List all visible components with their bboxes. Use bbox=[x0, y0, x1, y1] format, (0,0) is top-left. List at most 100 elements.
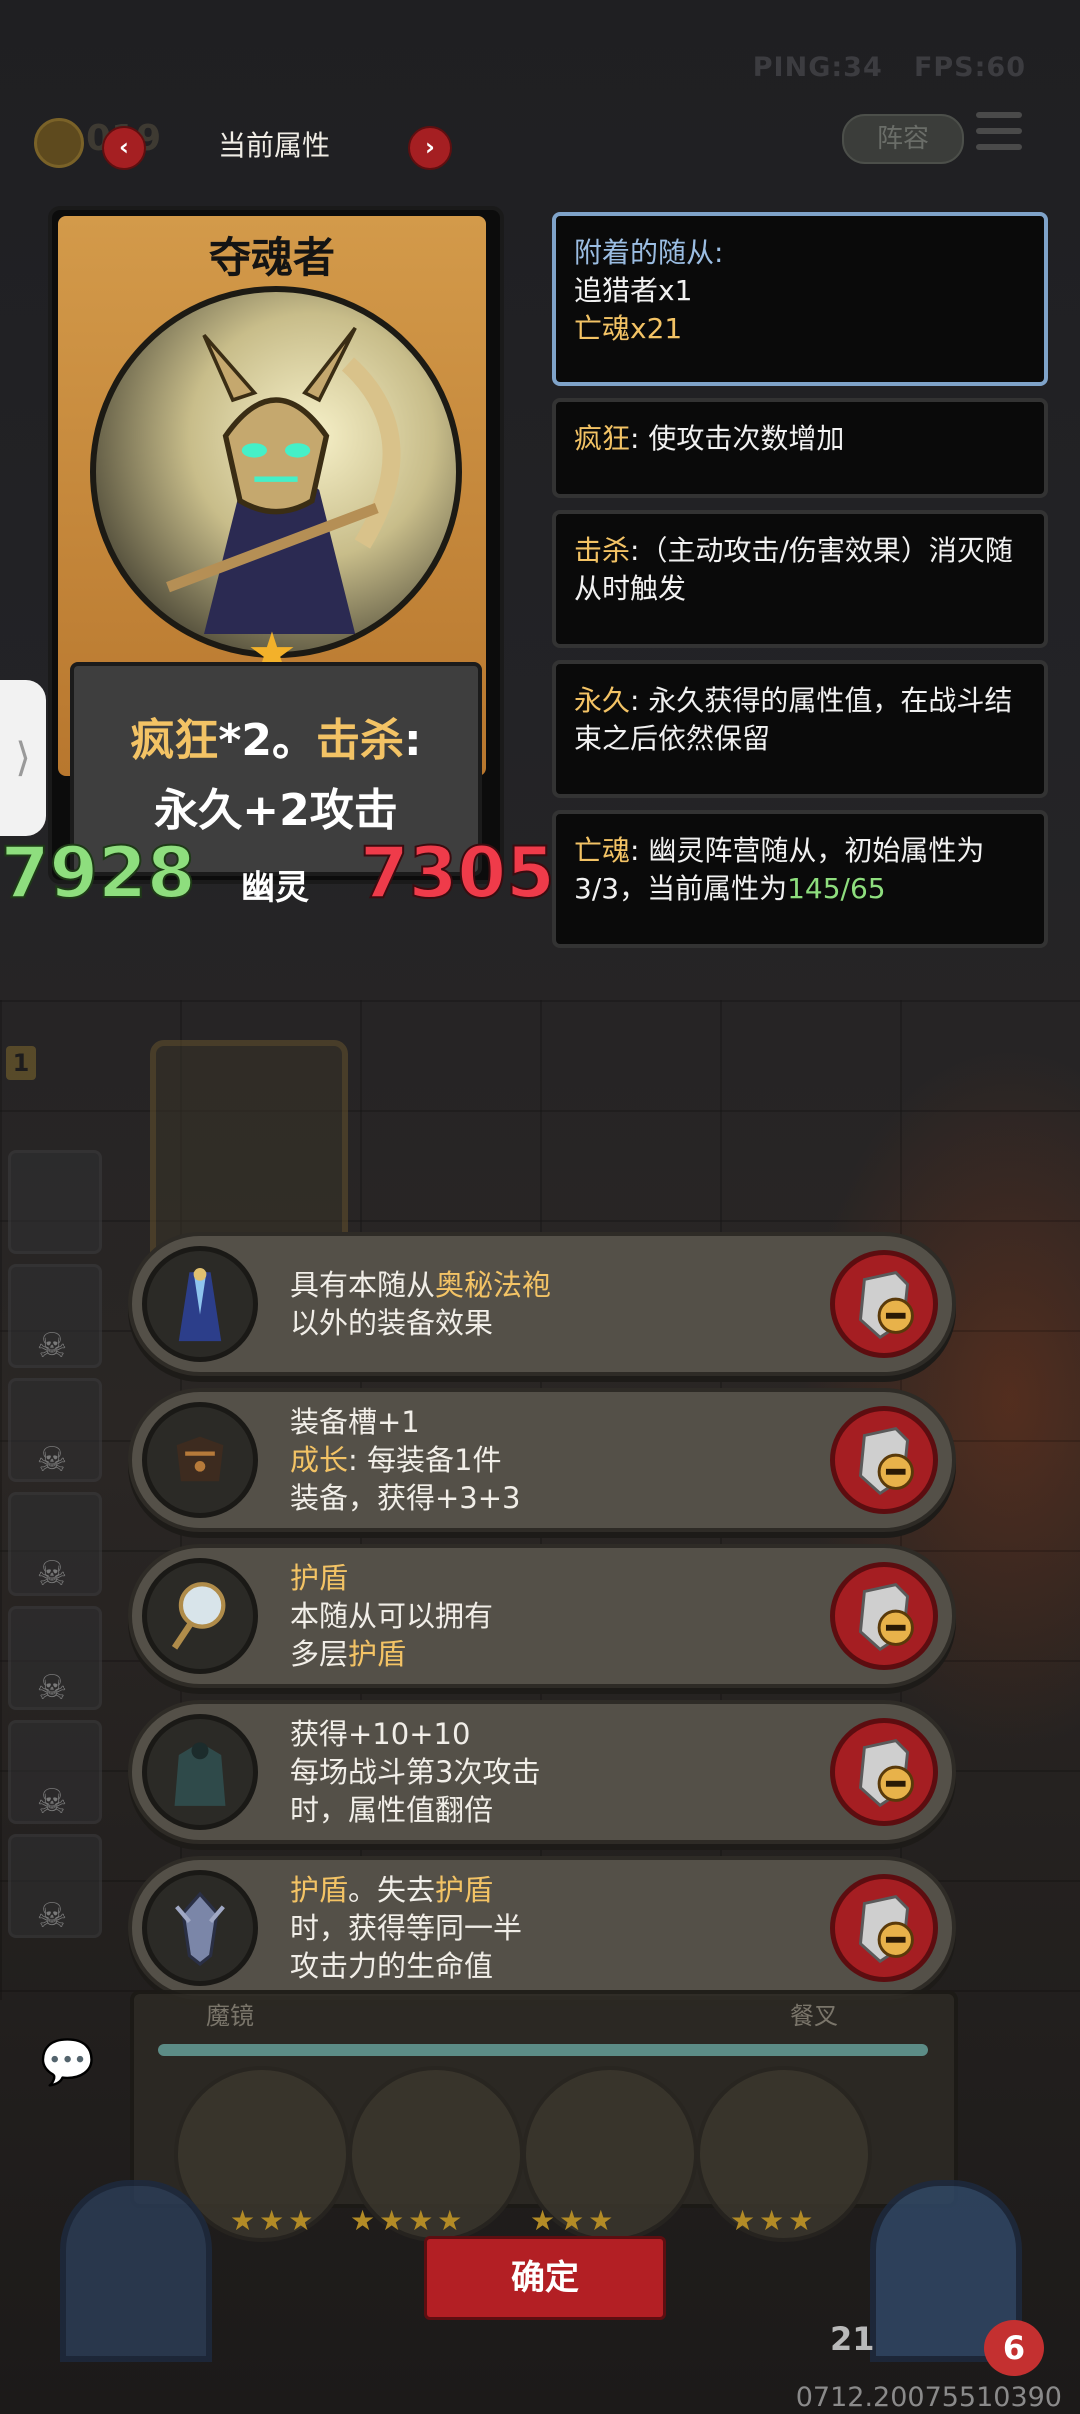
skull-icon: ☠ bbox=[36, 1440, 68, 1480]
attached-label: 附着的随从: bbox=[574, 236, 724, 269]
kill-text: :（主动攻击/伤害效果）消灭随从时触发 bbox=[574, 534, 1013, 605]
shield-minus-icon bbox=[858, 1895, 914, 1964]
menu-icon[interactable] bbox=[976, 112, 1022, 158]
unit-card: 夺魂者 ★ 疯狂*2。击杀: 永久+2攻击 bbox=[48, 206, 504, 926]
ghost-panel: 亡魂: 幽灵阵营随从，初始属性为3/3，当前属性为145/65 bbox=[552, 810, 1048, 948]
next-arrow-button[interactable]: › bbox=[408, 126, 452, 170]
equipment-row: 护盾 本随从可以拥有 多层护盾 bbox=[128, 1544, 956, 1688]
shop-progress-line bbox=[158, 2044, 928, 2056]
desc-line-2: 永久+2攻击 bbox=[154, 785, 398, 836]
skull-icon: ☠ bbox=[36, 1782, 68, 1822]
unit-name: 夺魂者 bbox=[208, 233, 335, 282]
equipment-keyword: 奥秘法袍 bbox=[435, 1268, 552, 1302]
remove-equipment-button[interactable] bbox=[830, 1874, 938, 1982]
reaper-illustration bbox=[166, 326, 401, 634]
ghost-text: : 幽灵阵营随从，初始属性为3/3，当前属性为 bbox=[574, 834, 985, 905]
shop-label-right: 餐叉 bbox=[790, 2002, 838, 2030]
cloak-icon bbox=[142, 1714, 258, 1830]
equipment-line: 装备，获得+3+3 bbox=[290, 1481, 521, 1515]
side-drawer-tab[interactable]: ⟩ bbox=[0, 680, 46, 836]
equipment-keyword: 护盾 bbox=[290, 1873, 349, 1907]
remove-equipment-button[interactable] bbox=[830, 1406, 938, 1514]
permanent-keyword: 永久 bbox=[574, 684, 631, 717]
equipment-keyword: 护盾 bbox=[290, 1561, 349, 1595]
equipment-line: 攻击力的生命值 bbox=[290, 1949, 494, 1983]
skull-icon: ☠ bbox=[36, 1326, 68, 1366]
remove-equipment-button[interactable] bbox=[830, 1562, 938, 1670]
equipment-line: 具有本随从奥秘法袍 bbox=[290, 1266, 551, 1304]
skull-icon: ☠ bbox=[36, 1554, 68, 1594]
equipment-text: 护盾。失去护盾 时，获得等同一半 攻击力的生命值 bbox=[290, 1860, 522, 1996]
skull-icon: ☠ bbox=[36, 1668, 68, 1708]
permanent-text: : 永久获得的属性值，在战斗结束之后依然保留 bbox=[574, 684, 1013, 755]
coin-icon bbox=[34, 118, 84, 168]
prev-arrow-button[interactable]: ‹ bbox=[102, 126, 146, 170]
equipment-row: 装备槽+1 成长: 每装备1件 装备，获得+3+3 bbox=[128, 1388, 956, 1532]
network-status: PING:34 FPS:60 bbox=[753, 52, 1026, 83]
equipment-text: 具有本随从奥秘法袍 以外的装备效果 bbox=[290, 1236, 551, 1372]
mirror-icon bbox=[142, 1558, 258, 1674]
shop-item-stars: ★★★ bbox=[730, 2204, 818, 2237]
kill-keyword: 击杀 bbox=[574, 534, 631, 567]
frenzy-keyword: 疯狂 bbox=[574, 422, 631, 455]
kill-panel: 击杀:（主动攻击/伤害效果）消灭随从时触发 bbox=[552, 510, 1048, 648]
equipment-row: 护盾。失去护盾 时，获得等同一半 攻击力的生命值 bbox=[128, 1856, 956, 2000]
shop-item-stars: ★★★ bbox=[230, 2204, 318, 2237]
unit-portrait bbox=[90, 286, 462, 658]
equipment-text: 护盾 本随从可以拥有 多层护盾 bbox=[290, 1548, 493, 1684]
frenzy-text: : 使攻击次数增加 bbox=[630, 422, 845, 455]
desc-colon: : bbox=[404, 715, 422, 766]
desc-line-1: 疯狂*2。击杀: bbox=[74, 704, 478, 768]
confirm-button[interactable]: 确定 bbox=[424, 2236, 666, 2320]
equipment-line-part: 具有本随从 bbox=[290, 1268, 436, 1302]
version-text: 0712.20075510390 bbox=[795, 2382, 1062, 2413]
permanent-panel: 永久: 永久获得的属性值，在战斗结束之后依然保留 bbox=[552, 660, 1048, 798]
crest-icon bbox=[142, 1870, 258, 1986]
shield-minus-icon bbox=[858, 1583, 914, 1652]
shield-minus-icon bbox=[858, 1427, 914, 1496]
fps-text: FPS:60 bbox=[913, 52, 1026, 83]
equipment-keyword: 护盾 bbox=[435, 1873, 494, 1907]
equipment-text: 装备槽+1 成长: 每装备1件 装备，获得+3+3 bbox=[290, 1392, 521, 1528]
frenzy-panel: 疯狂: 使攻击次数增加 bbox=[552, 398, 1048, 498]
shield-minus-icon bbox=[858, 1271, 914, 1340]
shop-item-stars: ★★★★ bbox=[350, 2204, 467, 2237]
remove-equipment-button[interactable] bbox=[830, 1718, 938, 1826]
equipment-line: 以外的装备效果 bbox=[290, 1306, 494, 1340]
chat-icon[interactable]: 💬 bbox=[40, 2036, 110, 2096]
attached-minions-panel: 附着的随从: 追猎者x1 亡魂x21 bbox=[552, 212, 1048, 386]
equipment-line: 时，属性值翻倍 bbox=[290, 1793, 494, 1827]
shop-item-stars: ★★★ bbox=[530, 2204, 618, 2237]
attached-item-1: 追猎者x1 bbox=[574, 274, 693, 307]
equipment-text: 获得+10+10 每场战斗第3次攻击 时，属性值翻倍 bbox=[290, 1704, 540, 1840]
robe-icon bbox=[142, 1246, 258, 1362]
board-slot bbox=[8, 1150, 102, 1254]
resource-count: 21 bbox=[830, 2320, 875, 2358]
equipment-line: 多层护盾 bbox=[290, 1635, 493, 1673]
equipment-line-part: : 每装备1件 bbox=[348, 1443, 502, 1477]
health-badge: 6 bbox=[984, 2320, 1044, 2376]
equipment-row: 具有本随从奥秘法袍 以外的装备效果 bbox=[128, 1232, 956, 1376]
equipment-line: 获得+10+10 bbox=[290, 1717, 471, 1751]
equipment-keyword: 成长 bbox=[290, 1443, 349, 1477]
equipment-line: 每场战斗第3次攻击 bbox=[290, 1755, 541, 1789]
equipment-line: 成长: 每装备1件 bbox=[290, 1441, 521, 1479]
armor-icon bbox=[142, 1402, 258, 1518]
ghost-stats: 145/65 bbox=[787, 872, 886, 905]
equipment-row: 获得+10+10 每场战斗第3次攻击 时，属性值翻倍 bbox=[128, 1700, 956, 1844]
tribe-label: 幽灵 bbox=[241, 868, 309, 908]
equipment-line: 本随从可以拥有 bbox=[290, 1599, 494, 1633]
equipment-line: 护盾。失去护盾 bbox=[290, 1871, 522, 1909]
remove-equipment-button[interactable] bbox=[830, 1250, 938, 1358]
lineup-button[interactable]: 阵容 bbox=[842, 114, 964, 164]
equipment-keyword: 护盾 bbox=[348, 1637, 407, 1671]
player-portrait[interactable] bbox=[60, 2180, 212, 2362]
attached-item-2: 亡魂x21 bbox=[574, 312, 683, 345]
attack-value: 17928 bbox=[0, 831, 197, 915]
equipment-line-part: 多层 bbox=[290, 1637, 349, 1671]
equipment-line-part: 。失去 bbox=[348, 1873, 436, 1907]
ghost-keyword: 亡魂 bbox=[574, 834, 631, 867]
desc-frenzy-keyword: 疯狂 bbox=[130, 715, 219, 766]
shield-minus-icon bbox=[858, 1739, 914, 1808]
desc-kill-keyword: 击杀 bbox=[316, 715, 404, 766]
